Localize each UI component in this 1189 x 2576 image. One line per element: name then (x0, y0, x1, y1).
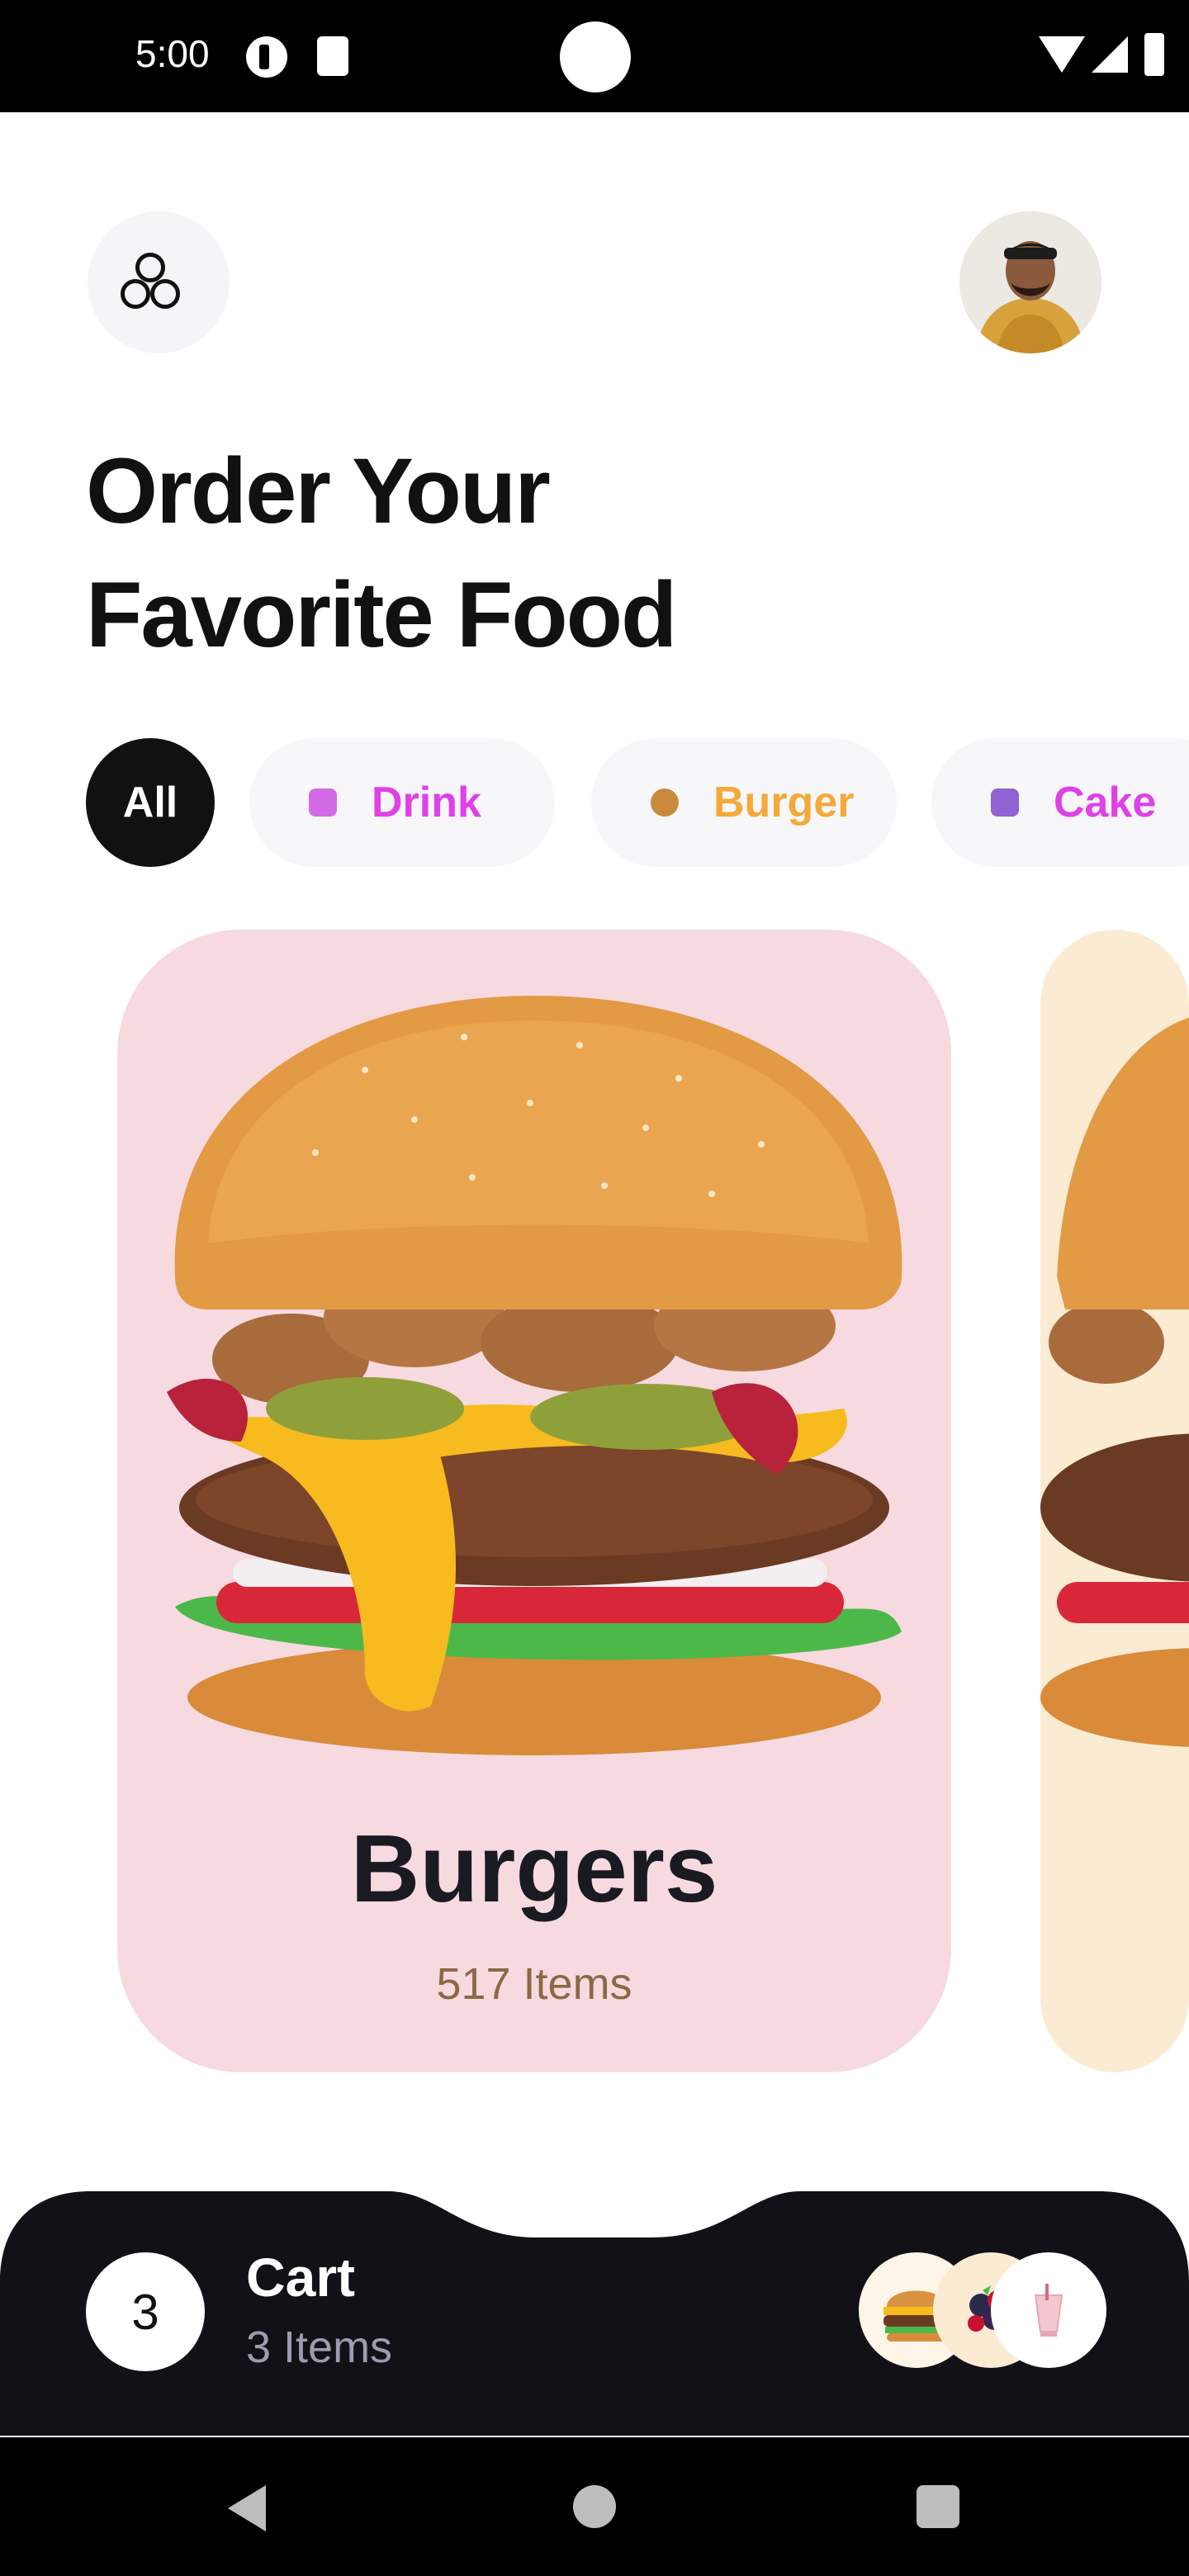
cart-thumb-drink (991, 2252, 1106, 2368)
category-label: All (122, 779, 178, 826)
category-label: Drink (372, 779, 481, 826)
featured-card-next[interactable] (1040, 930, 1189, 2072)
notification-icon (246, 36, 287, 78)
avatar[interactable] (959, 211, 1101, 353)
burger-icon (651, 788, 679, 817)
category-label: Burger (713, 779, 855, 826)
category-chip-cake[interactable]: Cake (931, 738, 1189, 867)
status-time: 5:00 (135, 32, 210, 75)
featured-card-title: Burgers (350, 1815, 718, 1922)
camera-cutout (560, 21, 631, 92)
back-icon[interactable] (228, 2485, 266, 2531)
category-chip-all[interactable]: All (86, 738, 215, 867)
category-label: Cake (1054, 779, 1157, 826)
menu-button[interactable] (88, 211, 230, 353)
cart-count-badge: 3 (86, 2252, 205, 2371)
cart-items-count: 3 Items (246, 2323, 393, 2372)
title-line-2: Favorite Food (86, 563, 677, 666)
signal-icon (1092, 36, 1128, 73)
status-bar: 5:00 (0, 0, 1189, 112)
title-line-1: Order Your (86, 439, 551, 542)
sd-card-icon (317, 36, 348, 76)
three-circles-icon (135, 253, 165, 282)
battery-icon (1144, 33, 1164, 76)
cake-icon (991, 788, 1019, 817)
user-photo-icon (959, 211, 1101, 353)
wifi-icon (1039, 36, 1085, 73)
category-chip-burger[interactable]: Burger (591, 738, 897, 867)
page-title: Order Your Favorite Food (86, 429, 677, 677)
cart-title: Cart (246, 2247, 356, 2308)
featured-card-count: 517 Items (436, 1959, 632, 2009)
drink-glass-icon (1034, 2284, 1063, 2337)
category-filter: All Drink Burger Cake (86, 738, 1189, 867)
home-icon[interactable] (573, 2485, 616, 2528)
burger-image (1040, 1017, 1189, 1747)
recent-apps-icon[interactable] (917, 2485, 959, 2528)
drink-cup-icon (309, 788, 337, 817)
category-chip-drink[interactable]: Drink (249, 738, 555, 867)
